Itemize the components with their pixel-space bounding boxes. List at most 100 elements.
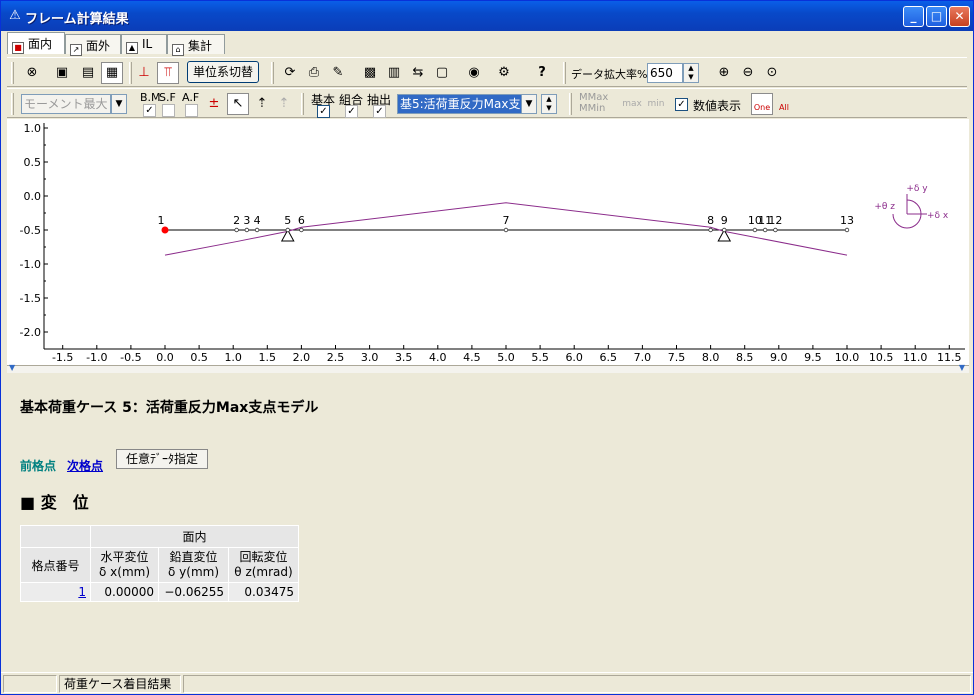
toolbar-grip[interactable] (11, 62, 14, 84)
node-label: 7 (503, 214, 510, 227)
kumiai-checkbox[interactable]: ✓ (345, 105, 358, 118)
header-vertical-l2: δ y(mm) (168, 565, 219, 579)
tab-outplane[interactable]: ↗ 面外 (65, 34, 121, 56)
scroll-left-icon[interactable]: ▼ (9, 363, 15, 372)
max-button[interactable]: max (621, 93, 643, 115)
x-tick-label: 5.5 (531, 351, 549, 364)
up-arrow-disabled-icon[interactable]: ⇡ (273, 93, 295, 115)
minimize-button[interactable]: _ (903, 6, 924, 27)
one-button[interactable]: One (751, 93, 773, 115)
y-tick-label: 0.0 (24, 190, 42, 203)
y-tick-label: -1.5 (20, 292, 41, 305)
document-icon[interactable]: ▥ (383, 62, 405, 84)
table-row: 1 0.00000 −0.06255 0.03475 (20, 582, 299, 602)
toolbar-grip[interactable] (271, 62, 274, 84)
unit-switch-button[interactable]: 単位系切替 (187, 61, 259, 83)
kihon-checkbox[interactable]: ✓ (317, 105, 330, 118)
node-link[interactable]: 1 (20, 582, 91, 602)
window-icon[interactable]: ▢ (431, 62, 453, 84)
toolbar-display: モーメント最大 ▼ B.M ✓ S.F A.F ± ↖ ⇡ ⇡ 基本 ✓ 組合 … (7, 88, 967, 118)
toolbar-grip[interactable] (563, 62, 566, 84)
node-point (708, 227, 713, 233)
zoom-reset-icon[interactable]: ⊙ (761, 62, 783, 84)
zoom-rate-input[interactable]: 650 (647, 63, 683, 83)
output-icon[interactable]: ▩ (359, 62, 381, 84)
bm-checkbox[interactable]: ✓ (143, 104, 156, 117)
case-spinner[interactable]: ▲ ▼ (541, 94, 557, 114)
sign-icon[interactable]: ± (203, 93, 225, 115)
header-node: 格点番号 (20, 547, 91, 583)
table-group-header: 面内 (90, 525, 299, 548)
section-title: ■ 変 位 (20, 493, 89, 512)
selected-node-point (161, 226, 169, 234)
node-point (234, 227, 239, 233)
node-point (244, 227, 250, 233)
load-icon[interactable]: ⊥ (133, 62, 155, 84)
x-tick-label: 5.0 (497, 351, 515, 364)
frame-view-icon[interactable]: ▤ (77, 62, 99, 84)
toolbar-grip[interactable] (569, 93, 572, 115)
support-load-icon[interactable]: ⫪ (157, 62, 179, 84)
any-data-button[interactable]: 任意ﾃﾞｰﾀ指定 (116, 449, 208, 469)
mmin-label: MMin (579, 103, 606, 114)
mmax-label: MMax (579, 92, 609, 103)
toolbar-grip[interactable] (129, 62, 132, 84)
chevron-down-icon[interactable]: ▼ (521, 94, 537, 114)
settings-icon[interactable]: ⚙ (493, 62, 515, 84)
tab-label: 集計 (188, 39, 213, 53)
node-point (254, 227, 260, 233)
show-values-checkbox[interactable]: ✓ (675, 98, 688, 111)
toolbar-grip[interactable] (301, 93, 304, 115)
y-tick-label: 0.5 (24, 156, 42, 169)
header-vertical-l1: 鉛直変位 (169, 550, 218, 564)
af-checkbox[interactable] (185, 104, 198, 117)
displacement-table: 面内 格点番号 水平変位 δ x(mm) 鉛直変位 δ y(mm) 回転変位 θ z(… (20, 525, 299, 602)
moment-select[interactable]: モーメント最大 (21, 94, 111, 114)
all-button[interactable]: All (773, 93, 795, 115)
load-case-select[interactable]: 基5:活荷重反力Max支 (397, 94, 523, 114)
node-label: 13 (840, 214, 854, 227)
zoom-out-icon[interactable]: ⊖ (737, 62, 759, 84)
frame-plot[interactable]: 1.0 0.5 0.0 -0.5 -1.0 -1.5 -2.0 -1.5 -1.0 -0.5 0.0… (7, 119, 969, 371)
toolbar-grip[interactable] (11, 93, 14, 115)
help-icon[interactable]: ? (531, 62, 553, 84)
close-button[interactable]: ✕ (949, 6, 970, 27)
x-tick-label: 2.5 (327, 351, 345, 364)
up-arrow-icon[interactable]: ⇡ (251, 93, 273, 115)
x-tick-label: 3.0 (361, 351, 379, 364)
tab-il[interactable]: ▲ IL (121, 34, 167, 54)
header-vertical: 鉛直変位 δ y(mm) (158, 547, 229, 583)
tab-inplane[interactable]: ■ 面内 (7, 32, 65, 54)
chushutsu-checkbox[interactable]: ✓ (373, 105, 386, 118)
zoom-rate-spinner[interactable]: ▲ ▼ (683, 63, 699, 83)
model-icon[interactable]: ▣ (51, 62, 73, 84)
stop-icon[interactable]: ⊗ (21, 62, 43, 84)
header-horizontal-l1: 水平変位 (100, 550, 149, 564)
zoom-in-icon[interactable]: ⊕ (713, 62, 735, 84)
title-bar[interactable]: ⚠ フレーム計算結果 _ □ ✕ (1, 1, 973, 31)
min-button[interactable]: min (645, 93, 667, 115)
print-setup-icon[interactable]: ⎙ (303, 62, 325, 84)
print-icon[interactable]: ✎ (327, 62, 349, 84)
legend-dx-label: +δ x (927, 211, 949, 221)
list-view-icon[interactable]: ▦ (101, 62, 123, 84)
transfer-icon[interactable]: ⇆ (407, 62, 429, 84)
scroll-right-icon[interactable]: ▼ (959, 363, 965, 372)
x-tick-label: -1.5 (52, 351, 73, 364)
chevron-down-icon[interactable]: ▼ (111, 94, 127, 114)
tz-value: 0.03475 (228, 582, 299, 602)
node-point (844, 227, 850, 233)
maximize-button[interactable]: □ (926, 6, 947, 27)
status-bar: 荷重ケース着目結果 (1, 672, 973, 694)
toolbar-main: ⊗ ▣ ▤ ▦ ⊥ ⫪ 単位系切替 ⟳ ⎙ ✎ ▩ ▥ ⇆ ▢ ◉ ⚙ ? デー… (7, 57, 967, 87)
next-node-link[interactable]: 次格点 (67, 457, 103, 474)
prev-node-link[interactable]: 前格点 (20, 457, 56, 474)
tab-summary[interactable]: ⌂ 集計 (167, 34, 225, 56)
x-tick-label: 8.0 (702, 351, 720, 364)
refresh-icon[interactable]: ⟳ (279, 62, 301, 84)
sf-checkbox[interactable] (162, 104, 175, 117)
node-point (503, 227, 509, 233)
cursor-icon[interactable]: ↖ (227, 93, 249, 115)
plot-scroll-strip[interactable]: ▼ ▼ (7, 363, 969, 373)
binocular-icon[interactable]: ◉ (463, 62, 485, 84)
